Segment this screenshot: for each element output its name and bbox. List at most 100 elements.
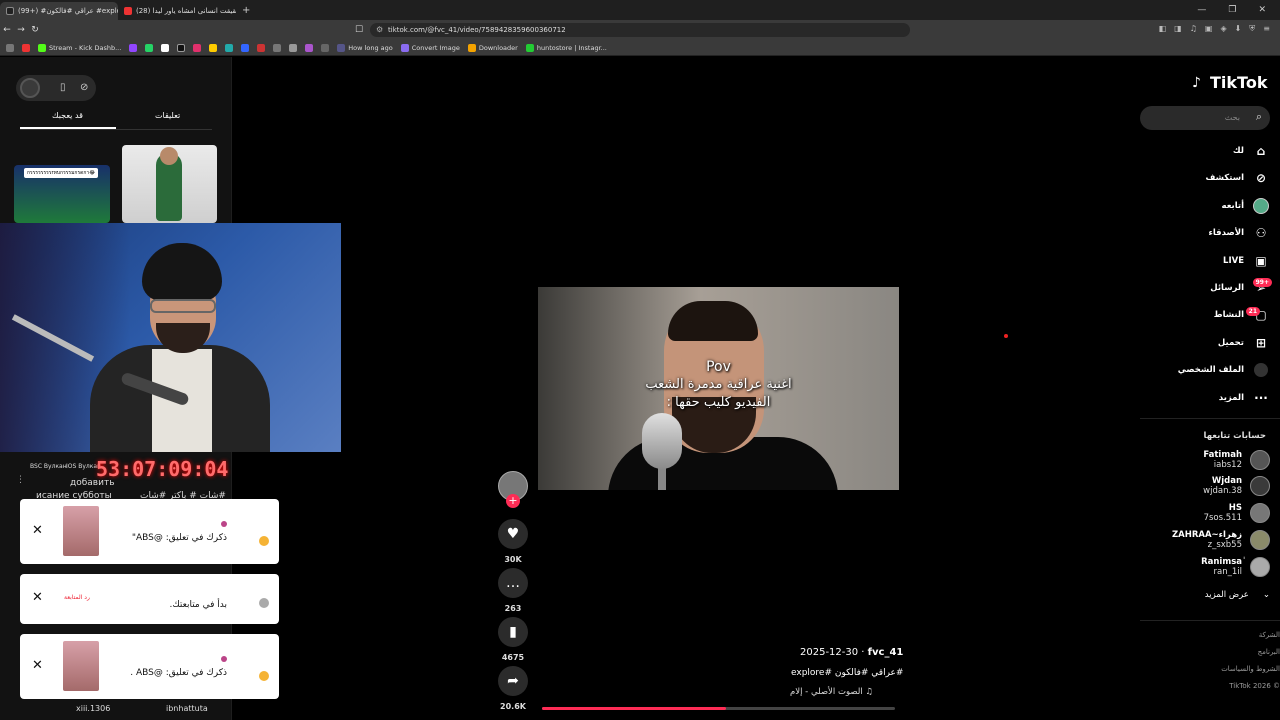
bookmark-icon[interactable] [22, 43, 30, 52]
following-account[interactable]: HS 7sos.511 [1204, 503, 1270, 523]
like-button[interactable]: ♥ 30K [498, 519, 528, 564]
tab-you-may-like[interactable]: قد يعجبك [52, 111, 83, 120]
menu-icon[interactable]: ≡ [1263, 24, 1270, 34]
streamer-figure [150, 299, 216, 313]
nav-explore[interactable]: استكشف ⊘ [1206, 168, 1270, 188]
nav-for-you[interactable]: لك ⌂ [1233, 141, 1270, 161]
nav-friends[interactable]: الأصدقاء ⚇ [1209, 223, 1270, 243]
twitch-icon[interactable] [129, 43, 138, 52]
bookmark-item[interactable]: Downloader [467, 43, 518, 52]
tiktok-logo[interactable]: ♪ TikTok [1192, 73, 1267, 92]
bookmark-icon[interactable] [257, 43, 266, 52]
whatsapp-icon[interactable] [145, 43, 154, 52]
search-input[interactable]: بحث ⌕ [1140, 106, 1270, 130]
bookmark-icon[interactable] [289, 43, 298, 52]
minimize-icon[interactable]: — [1197, 5, 1206, 15]
reload-icon[interactable]: ↻ [28, 25, 42, 35]
follow-back-link[interactable]: رد المتابعة [64, 594, 90, 601]
nav-live[interactable]: LIVE ▣ [1223, 251, 1270, 271]
search-icon[interactable]: ⌕ [1256, 110, 1262, 124]
coin-icon [259, 536, 269, 546]
video-thumbnail[interactable]: กรรรรรรรรrทบกรรรมกรดกา😂 [14, 165, 110, 223]
close-icon[interactable]: ✕ [32, 590, 43, 605]
profile-icon [1252, 361, 1270, 379]
x-icon[interactable] [161, 43, 170, 52]
bookmark-icon[interactable] [273, 43, 282, 52]
bookmark-item[interactable]: Stream - Kick Dashb... [38, 43, 121, 52]
following-account[interactable]: ZAHRAA~زهراء z_sxb55 [1172, 530, 1270, 550]
video-author-line[interactable]: 2025-12-30 · fvc_41 [800, 647, 903, 658]
bookmark-icon[interactable] [241, 43, 250, 52]
extension-icon[interactable]: ◈ [1220, 24, 1226, 34]
tiktok-icon[interactable] [177, 43, 186, 52]
notification-toast[interactable]: ✕ رد المتابعة بدأ في متابعتك. [20, 574, 279, 624]
nav-upload[interactable]: تحميل ⊞ [1218, 333, 1270, 353]
comment-button[interactable]: … 263 [498, 568, 528, 613]
music-line[interactable]: ♫ الصوت الأصلي - إلام [790, 687, 873, 697]
extension-icon[interactable]: ◧ [1159, 24, 1167, 34]
bookmark-page-icon[interactable]: ☐ [352, 25, 366, 35]
avatar[interactable] [20, 78, 40, 98]
video-player[interactable]: Pov اغنية عراقية مدمرة الشعب الفيديو كلي… [538, 287, 899, 490]
username[interactable]: xiii.1306 [76, 704, 110, 713]
close-icon[interactable]: ✕ [32, 523, 43, 538]
site-info-icon[interactable]: ⚙ [376, 25, 383, 34]
video-thumbnail[interactable] [122, 145, 217, 223]
follow-plus-button[interactable]: + [506, 494, 520, 508]
browser-tab[interactable]: (99+) #عراقي #فالكون #explore ✕ [0, 2, 118, 20]
nav-profile[interactable]: الملف الشخصي [1178, 360, 1270, 380]
bookmark-item[interactable]: huntostore | Instagr... [525, 43, 607, 52]
microphone [658, 467, 666, 490]
nav-following[interactable]: أتابعه [1222, 196, 1270, 216]
streamer-figure [80, 243, 270, 452]
bookmark-icon[interactable] [321, 43, 330, 52]
shield-icon[interactable]: ⛨ [1249, 24, 1255, 34]
bookmark-icon[interactable] [225, 43, 234, 52]
notification-toast[interactable]: ✕ ذكرك في تعليق: @ABS" [20, 499, 279, 564]
following-account[interactable]: Fatimah iabs12 [1203, 450, 1270, 470]
video-overlay-text: اغنية عراقية مدمرة الشعب [645, 377, 792, 392]
apps-icon[interactable] [6, 43, 14, 52]
browser-tab[interactable]: (28) حقيقت انسانی امشاه یاور لیدا ✕ [118, 2, 236, 20]
following-account[interactable]: Ranimsaٰ ran_1il [1201, 557, 1270, 577]
save-button[interactable]: ▮ 4675 [498, 617, 528, 662]
maximize-icon[interactable]: ❐ [1228, 5, 1236, 15]
forward-icon[interactable]: → [14, 25, 28, 35]
more-icon[interactable]: ⋮ [16, 475, 25, 485]
video-hashtags[interactable]: #عراقي #فالكون #explore [791, 668, 903, 678]
footer-link-terms[interactable]: الشروط والسياسات [1221, 665, 1280, 673]
avatar [1250, 530, 1270, 550]
bookmark-icon[interactable] [305, 43, 314, 52]
nav-more[interactable]: المزيد ··· [1219, 388, 1270, 408]
avatar [221, 656, 227, 662]
notification-toast[interactable]: ✕ ذكرك في تعليق: @ABS . [20, 634, 279, 699]
share-count: 20.6K [500, 702, 526, 711]
bookmark-item[interactable]: How long ago [337, 43, 393, 52]
avatar [1250, 503, 1270, 523]
thumbnail-figure [160, 147, 178, 165]
following-account[interactable]: Wjdan wjdan.38 [1203, 476, 1270, 496]
music-icon[interactable]: ♫ [1190, 24, 1197, 34]
phone-icon[interactable]: ▯ [60, 82, 66, 93]
footer-link-company[interactable]: الشركة [1259, 631, 1280, 639]
close-icon[interactable]: ✕ [32, 658, 43, 673]
username[interactable]: ibnhattuta [166, 704, 208, 713]
bookmark-item[interactable]: Convert Image [400, 43, 460, 52]
footer-link-program[interactable]: البرنامج [1258, 648, 1280, 656]
url-field[interactable]: ⚙ tiktok.com/@fvc_41/video/7589428359600… [370, 23, 910, 37]
back-icon[interactable]: ← [0, 25, 14, 35]
new-tab-button[interactable]: + [236, 5, 256, 16]
bookmark-icon[interactable] [209, 43, 218, 52]
download-icon[interactable]: ⬇ [1235, 24, 1242, 34]
compass-icon[interactable]: ⊘ [80, 82, 88, 93]
share-button[interactable]: ➦ 20.6K [498, 666, 528, 711]
extension-icon[interactable]: ◨ [1174, 24, 1182, 34]
url-text: tiktok.com/@fvc_41/video/758942835960036… [388, 26, 566, 34]
video-progress-bar[interactable] [542, 707, 895, 710]
instagram-icon[interactable] [193, 43, 202, 52]
show-more-button[interactable]: عرض المزيد ⌄ [1205, 590, 1270, 600]
nav-activity[interactable]: النشاط ▢ [1214, 305, 1270, 325]
close-window-icon[interactable]: ✕ [1258, 5, 1266, 15]
sidebar-icon[interactable]: ▣ [1205, 24, 1213, 34]
tab-comments[interactable]: تعليقات [155, 111, 180, 120]
